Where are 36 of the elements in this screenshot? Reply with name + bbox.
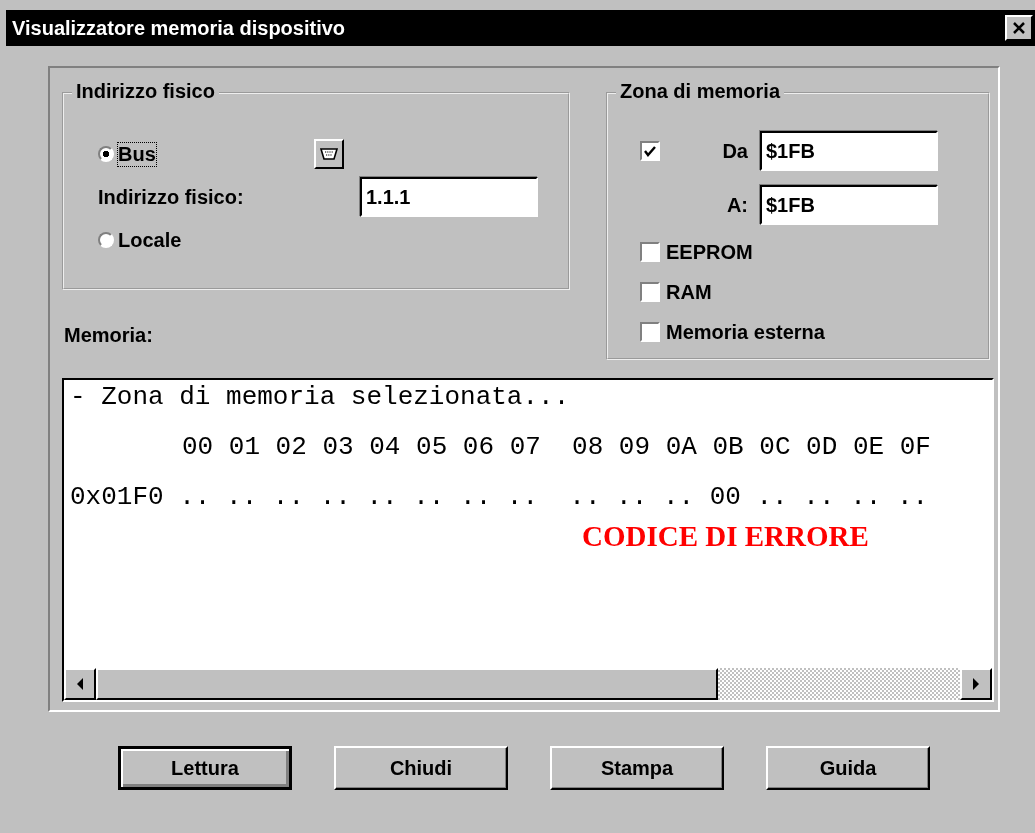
connector-icon xyxy=(319,148,338,160)
checkbox-option[interactable]: Memoria esterna xyxy=(640,312,988,352)
dialog-button[interactable]: Stampa xyxy=(550,746,724,790)
horizontal-scrollbar[interactable] xyxy=(64,668,992,700)
error-annotation: CODICE DI ERRORE xyxy=(582,520,869,553)
column-header: 00 01 02 03 04 05 06 07 08 09 0A 0B 0C 0D 0E 0F xyxy=(181,432,932,464)
from-label: Da xyxy=(721,139,749,163)
check-icon xyxy=(643,145,657,157)
checkbox[interactable] xyxy=(640,282,660,302)
checkbox-option[interactable]: RAM xyxy=(640,272,988,312)
close-button[interactable] xyxy=(1005,15,1033,41)
left-arrow-icon xyxy=(76,678,84,690)
radio-button[interactable]: Bus xyxy=(98,142,156,166)
address-field[interactable]: 1.1.1 xyxy=(360,177,538,217)
checkbox[interactable] xyxy=(640,322,660,342)
address-label: Indirizzo fisico: xyxy=(98,185,245,209)
checkbox[interactable] xyxy=(640,242,660,262)
memory-label: Memoria: xyxy=(64,324,153,347)
dialog-button[interactable]: Lettura xyxy=(118,746,292,790)
close-icon xyxy=(1011,20,1027,36)
scroll-left-button[interactable] xyxy=(64,668,96,700)
right-arrow-icon xyxy=(972,678,980,690)
memory-row-text: 0x01F0 .. .. .. .. .. .. .. .. .. .. .. 00 .. .. .. .. xyxy=(70,482,930,514)
scroll-right-button[interactable] xyxy=(960,668,992,700)
scroll-thumb[interactable] xyxy=(96,668,718,700)
from-field[interactable]: $1FB xyxy=(760,131,938,171)
radio-button[interactable]: Locale xyxy=(98,228,182,252)
memory-note: - Zona di memoria selezionata... xyxy=(70,382,571,414)
connector-button[interactable] xyxy=(313,139,344,169)
dialog-button[interactable]: Chiudi xyxy=(334,746,508,790)
dialog-button[interactable]: Guida xyxy=(766,746,930,790)
checkbox-option[interactable]: EEPROM xyxy=(640,232,988,272)
checkbox[interactable] xyxy=(640,141,660,161)
to-field[interactable]: $1FB xyxy=(760,185,938,225)
window-title: Visualizzatore memoria dispositivo xyxy=(12,16,346,40)
to-label: A: xyxy=(725,193,749,217)
